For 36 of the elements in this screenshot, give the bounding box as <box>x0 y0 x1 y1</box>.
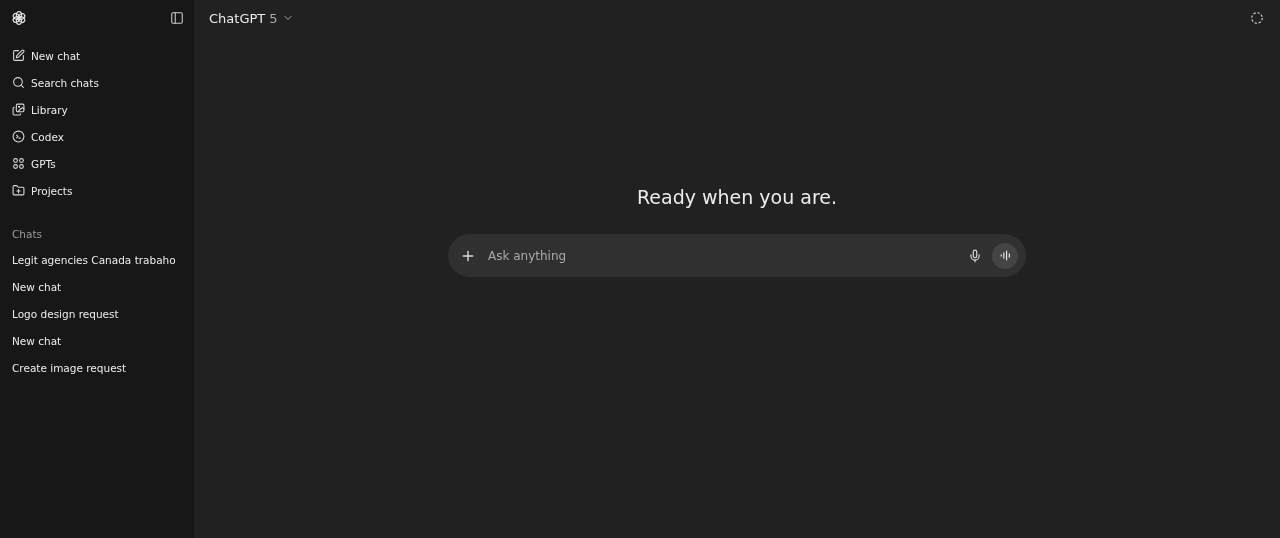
sidebar-item[interactable]: Codex <box>0 123 194 150</box>
sidebar-item[interactable]: GPTs <box>0 150 194 177</box>
grid-icon <box>12 157 25 170</box>
chat-item[interactable]: New chat <box>0 327 194 354</box>
sidebar-item-label: New chat <box>31 49 81 62</box>
sidebar-item-label: GPTs <box>31 157 56 170</box>
waveform-icon <box>998 249 1012 262</box>
model-name: ChatGPT <box>209 10 266 26</box>
sidebar-item-label: Search chats <box>31 76 99 89</box>
microphone-icon[interactable] <box>968 248 982 263</box>
sidebar-item[interactable]: Library <box>0 96 194 123</box>
sidebar-item-label: Projects <box>31 184 73 197</box>
voice-button[interactable] <box>992 242 1018 269</box>
chat-item[interactable]: Legit agencies Canada trabaho <box>0 246 194 273</box>
composer[interactable]: Ask anything <box>448 234 1026 277</box>
chat-item[interactable]: Logo design request <box>0 300 194 327</box>
sidebar-item[interactable]: New chat <box>0 42 194 69</box>
sidebar-item-label: Codex <box>31 130 64 143</box>
search-icon <box>12 76 25 89</box>
section-heading: Chats <box>11 226 43 242</box>
greeting: Ready when you are. <box>636 186 838 208</box>
chat-item[interactable]: New chat <box>0 273 194 300</box>
sidebar-item[interactable]: Search chats <box>0 69 194 96</box>
model-selector[interactable]: ChatGPT 5 <box>209 10 294 26</box>
sidebar-item[interactable]: Projects <box>0 177 194 204</box>
model-version: 5 <box>269 10 278 26</box>
images-icon <box>12 103 25 116</box>
message-input[interactable]: Ask anything <box>486 247 958 264</box>
sidebar-item-label: Library <box>31 103 68 116</box>
sidebar-toggle-icon[interactable] <box>170 11 184 25</box>
terminal-icon <box>12 130 25 143</box>
folder-icon <box>12 184 25 197</box>
logo-icon[interactable] <box>11 10 27 26</box>
chat-item[interactable]: Create image request <box>0 354 194 381</box>
temporary-chat-icon[interactable] <box>1250 11 1264 25</box>
compose-icon <box>12 49 25 62</box>
